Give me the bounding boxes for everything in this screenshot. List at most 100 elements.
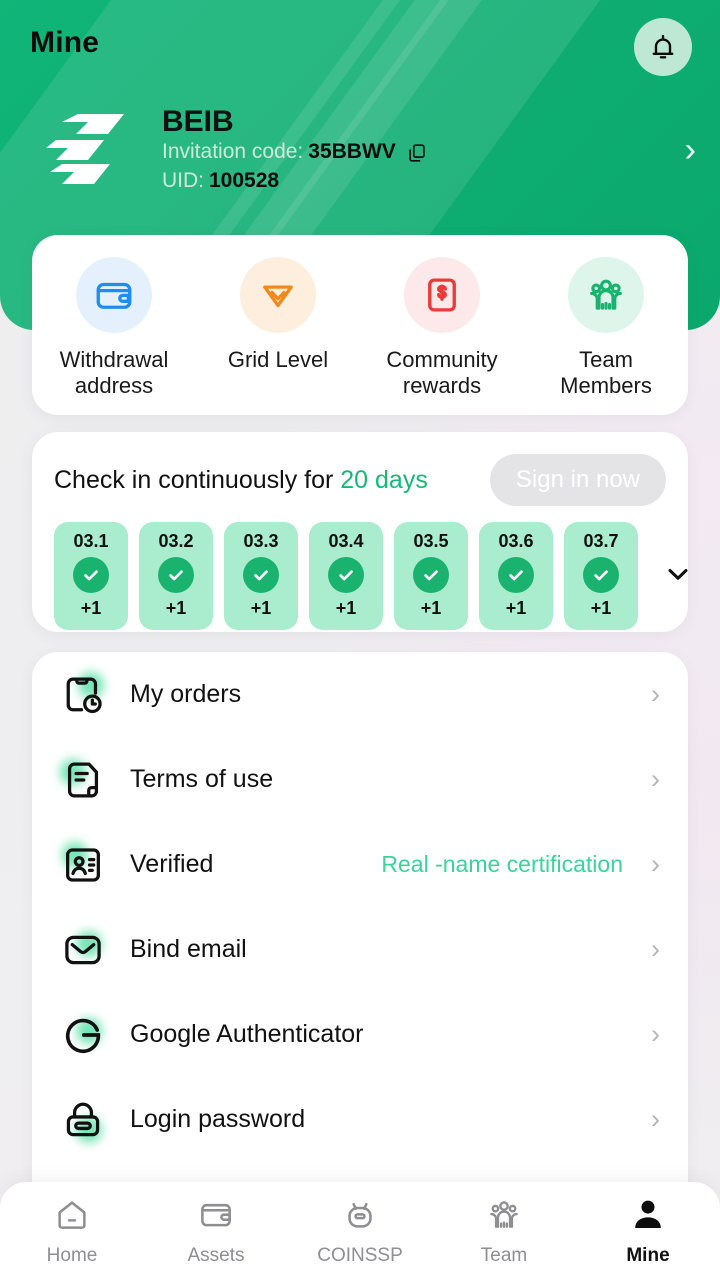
quick-action-label: Team Members	[560, 347, 652, 399]
nav-item-label: Home	[46, 1244, 98, 1266]
checkin-day-reward: +1	[80, 598, 102, 618]
check-circle-icon	[498, 557, 534, 593]
checkin-day-date: 03.6	[498, 531, 534, 551]
wallet-icon	[197, 1196, 235, 1239]
checkin-day-date: 03.7	[583, 531, 619, 551]
menu-item-label: Login password	[130, 1105, 306, 1133]
robot-icon	[341, 1196, 379, 1239]
quick-action-label: Grid Level	[227, 347, 329, 372]
check-circle-icon	[583, 557, 619, 593]
page-title: Mine	[30, 26, 100, 59]
chevron-right-icon: ›	[651, 849, 660, 879]
profile-chevron-right-icon[interactable]: ›	[685, 133, 696, 167]
quick-action-label: Withdrawal address	[59, 347, 169, 399]
checkin-day-reward: +1	[165, 598, 187, 618]
quick-action-grid-level[interactable]: Grid Level	[196, 257, 360, 373]
quick-actions-card: Withdrawal address Grid Level Community …	[32, 235, 688, 415]
invitation-code-line: Invitation code: 35BBWV	[162, 138, 685, 166]
mine-screen: Mine BEIB Invitation code: 35BBWV UID: 1…	[0, 0, 720, 1280]
checkin-day-cell[interactable]: 03.7 +1	[564, 522, 638, 630]
diamond-icon	[240, 257, 316, 333]
bottom-navigation-bar: Home Assets COINSSP Team Mine	[0, 1182, 720, 1280]
home-icon	[53, 1196, 91, 1239]
chevron-right-icon: ›	[651, 934, 660, 964]
checkin-day-cell[interactable]: 03.3 +1	[224, 522, 298, 630]
menu-item-label: Bind email	[130, 935, 247, 963]
invitation-code-label: Invitation code:	[162, 140, 304, 164]
checkin-day-cell[interactable]: 03.4 +1	[309, 522, 383, 630]
checkin-day-cell[interactable]: 03.6 +1	[479, 522, 553, 630]
chevron-right-icon: ›	[651, 1104, 660, 1134]
google-g-icon	[60, 1012, 106, 1058]
checkin-day-date: 03.2	[158, 531, 194, 551]
nav-item-label: Team	[480, 1244, 528, 1266]
wallet-icon	[76, 257, 152, 333]
checkin-expand-button[interactable]	[657, 553, 699, 600]
check-circle-icon	[243, 557, 279, 593]
nav-item-label: Mine	[626, 1244, 670, 1266]
profile-row[interactable]: BEIB Invitation code: 35BBWV UID: 100528	[0, 95, 720, 205]
dollar-book-icon	[404, 257, 480, 333]
checkin-day-cell[interactable]: 03.1 +1	[54, 522, 128, 630]
settings-menu-card: My orders › Terms of use › Verified Real…	[32, 652, 688, 1212]
menu-item-label: Verified	[130, 850, 214, 878]
menu-item-verified[interactable]: Verified Real -name certification ›	[60, 822, 660, 907]
chevron-right-icon: ›	[651, 764, 660, 794]
notification-bell-button[interactable]	[634, 18, 692, 76]
uid-value: 100528	[209, 168, 280, 192]
invitation-code-value: 35BBWV	[308, 140, 396, 164]
checkin-days-row: 03.1 +1 03.2 +1 03.3 +1 03.4 +1 03.5 +1 …	[54, 522, 688, 630]
copy-icon[interactable]	[406, 142, 428, 164]
checkin-day-reward: +1	[590, 598, 612, 618]
nav-item-label: Assets	[187, 1244, 245, 1266]
checkin-day-reward: +1	[505, 598, 527, 618]
menu-item-label: Terms of use	[130, 765, 274, 793]
uid-line: UID: 100528	[162, 167, 685, 195]
nav-item-home[interactable]: Home	[0, 1196, 144, 1267]
person-icon	[629, 1196, 667, 1239]
profile-name: BEIB	[162, 104, 234, 138]
checkin-day-reward: +1	[335, 598, 357, 618]
menu-item-label: Google Authenticator	[130, 1020, 364, 1048]
sign-in-now-button[interactable]: Sign in now	[489, 454, 666, 506]
nav-item-mine[interactable]: Mine	[576, 1196, 720, 1267]
check-circle-icon	[73, 557, 109, 593]
envelope-icon	[60, 927, 106, 973]
quick-action-label: Community rewards	[386, 347, 498, 399]
nav-item-assets[interactable]: Assets	[144, 1196, 288, 1267]
checkin-day-cell[interactable]: 03.2 +1	[139, 522, 213, 630]
nav-item-label: COINSSP	[317, 1244, 403, 1266]
team-icon	[485, 1196, 523, 1239]
checkin-day-reward: +1	[420, 598, 442, 618]
order-clock-icon	[60, 671, 106, 718]
menu-item-bind-email[interactable]: Bind email ›	[60, 907, 660, 992]
menu-item-label: My orders	[130, 680, 242, 708]
quick-action-community-rewards[interactable]: Community rewards	[360, 257, 524, 400]
brand-logo-icon	[38, 108, 134, 192]
menu-item-value: Real -name certification	[381, 851, 623, 877]
checkin-day-date: 03.4	[328, 531, 364, 551]
checkin-day-date: 03.3	[243, 531, 279, 551]
menu-item-terms-of-use[interactable]: Terms of use ›	[60, 737, 660, 822]
checkin-day-date: 03.5	[413, 531, 449, 551]
checkin-day-reward: +1	[250, 598, 272, 618]
profile-info: BEIB Invitation code: 35BBWV UID: 100528	[162, 105, 685, 195]
checkin-day-cell[interactable]: 03.5 +1	[394, 522, 468, 630]
checkin-days-count: 20 days	[340, 465, 428, 494]
check-circle-icon	[158, 557, 194, 593]
nav-item-team[interactable]: Team	[432, 1196, 576, 1267]
checkin-title: Check in continuously for 20 days	[54, 466, 428, 495]
checkin-header: Check in continuously for 20 days Sign i…	[54, 454, 666, 506]
id-card-icon	[60, 841, 106, 888]
menu-item-my-orders[interactable]: My orders ›	[60, 652, 660, 737]
checkin-card: Check in continuously for 20 days Sign i…	[32, 432, 688, 632]
menu-item-google-authenticator[interactable]: Google Authenticator ›	[60, 992, 660, 1077]
quick-action-withdrawal-address[interactable]: Withdrawal address	[32, 257, 196, 400]
bell-icon	[648, 32, 678, 62]
menu-item-login-password[interactable]: Login password ›	[60, 1077, 660, 1162]
check-circle-icon	[413, 557, 449, 593]
chevron-right-icon: ›	[651, 679, 660, 709]
nav-item-coinssp[interactable]: COINSSP	[288, 1196, 432, 1267]
quick-action-team-members[interactable]: Team Members	[524, 257, 688, 400]
lock-icon	[60, 1097, 106, 1143]
